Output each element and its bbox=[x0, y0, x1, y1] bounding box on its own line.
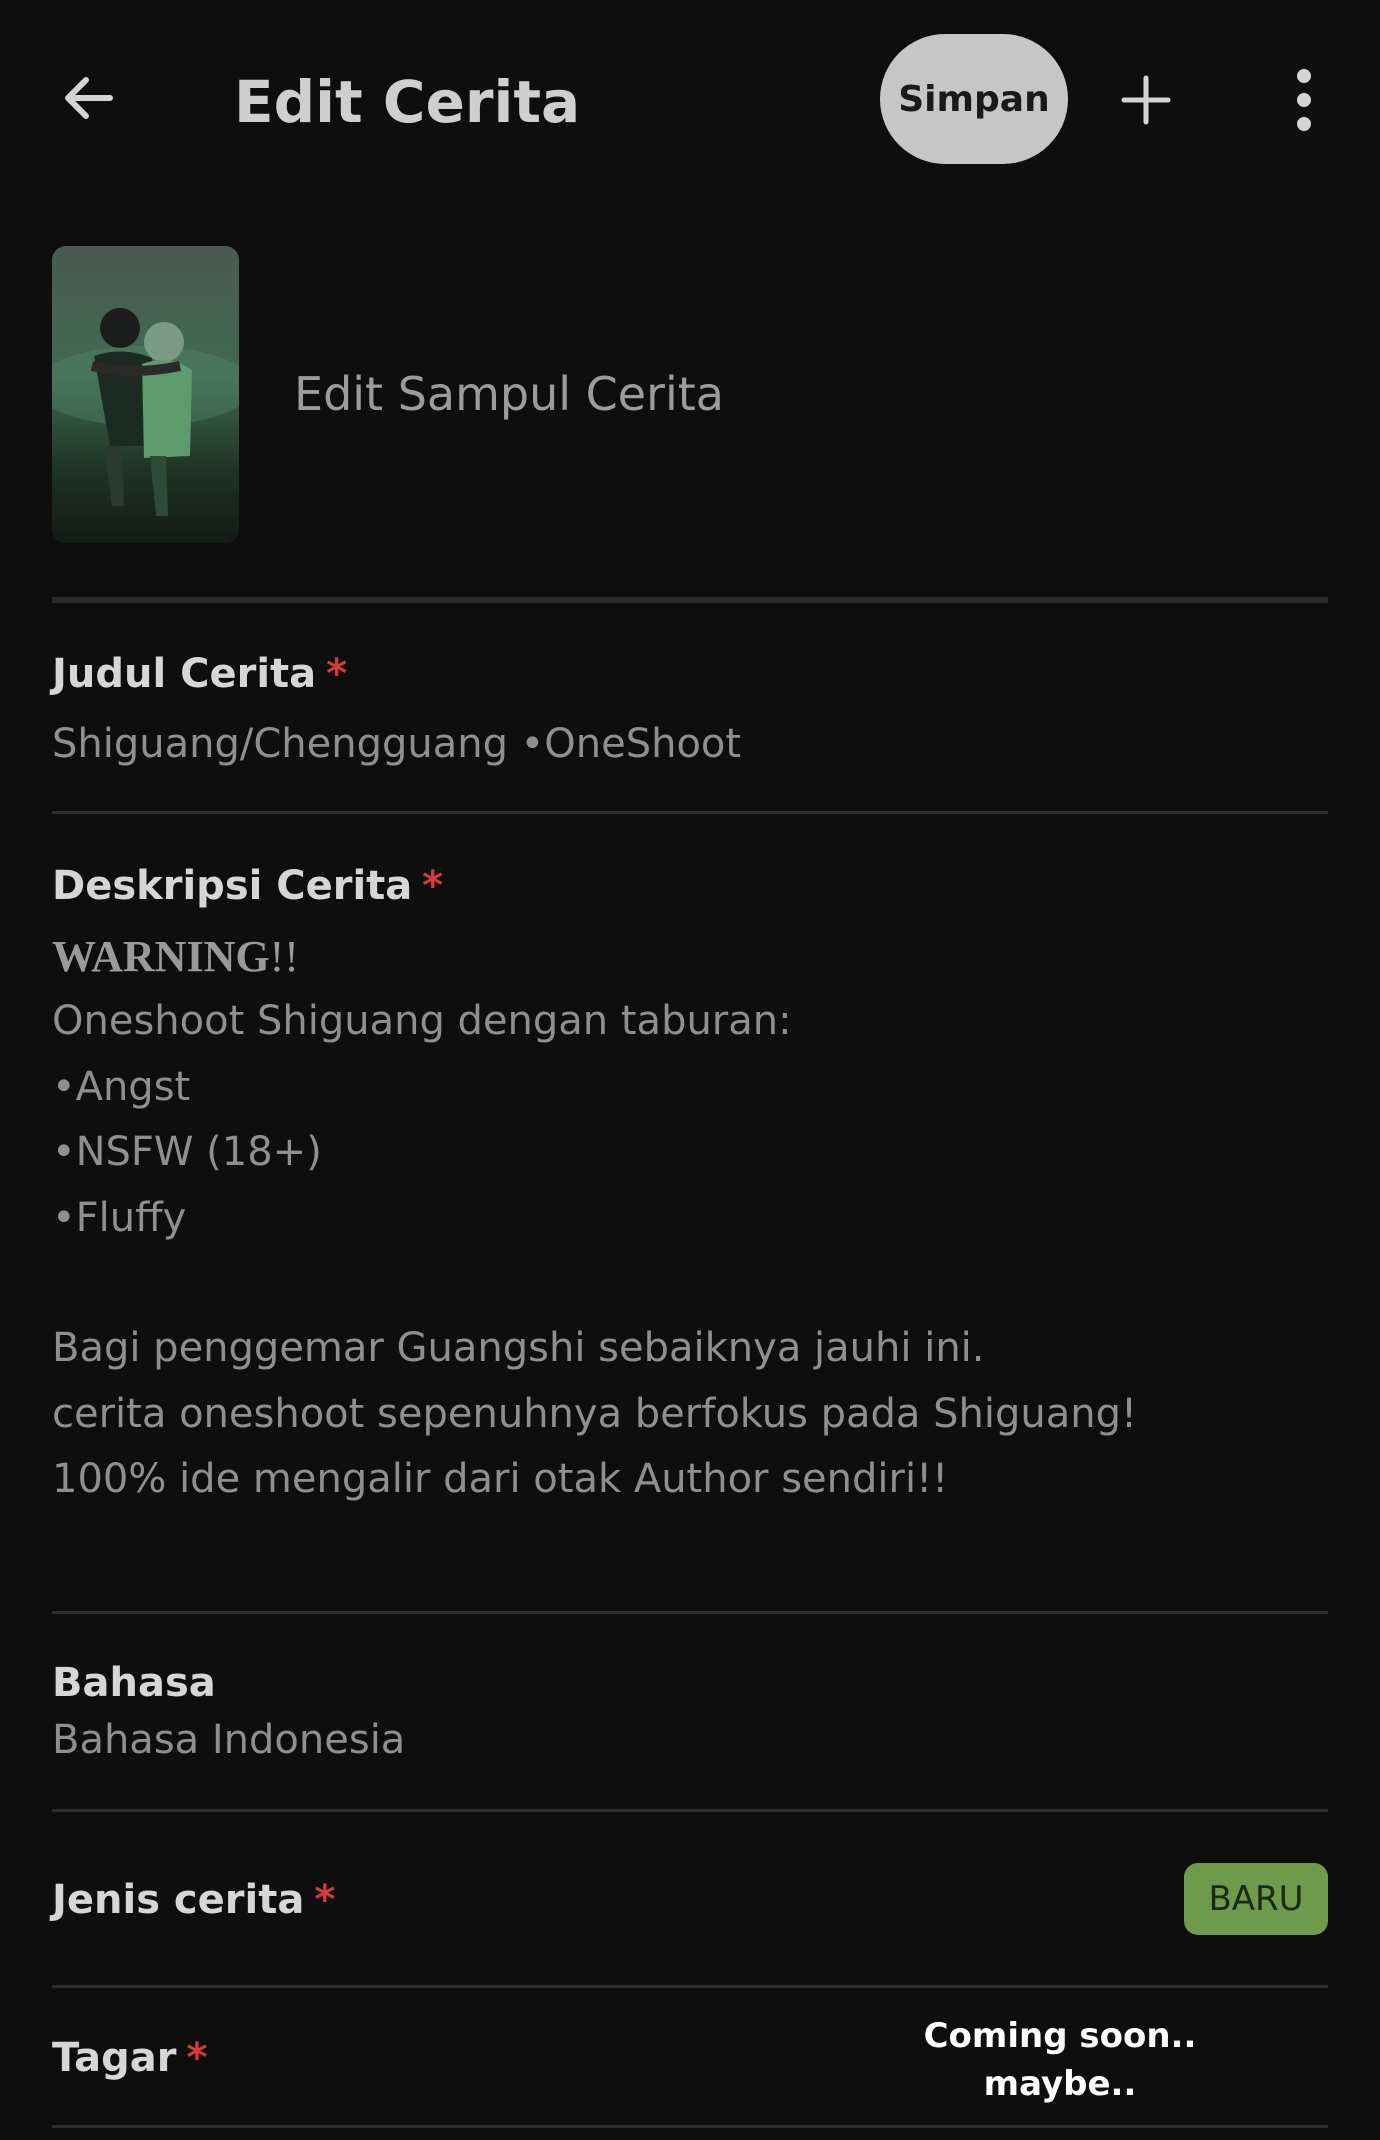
description-line: cerita oneshoot sepenuhnya berfokus pada… bbox=[52, 1390, 1138, 1437]
field-divider bbox=[52, 811, 1328, 814]
title-input[interactable]: Shiguang/Chengguang •OneShoot bbox=[52, 718, 1328, 774]
language-field-label: Bahasa bbox=[52, 1657, 216, 1709]
description-line: 100% ide mengalir dari otak Author sendi… bbox=[52, 1456, 949, 1503]
save-button[interactable]: Simpan bbox=[880, 34, 1068, 164]
description-line: •NSFW (18+) bbox=[52, 1129, 322, 1176]
plus-icon bbox=[1121, 75, 1171, 125]
section-divider bbox=[52, 597, 1328, 603]
language-select[interactable]: Bahasa Indonesia bbox=[52, 1714, 1328, 1766]
description-line: Bagi penggemar Guangshi sebaiknya jauhi … bbox=[52, 1325, 985, 1372]
coming-soon-line1: Coming soon.. bbox=[923, 2016, 1197, 2056]
tags-label-text: Tagar bbox=[52, 2035, 177, 2081]
title-label-text: Judul Cerita bbox=[52, 651, 317, 697]
warning-text: WARNING bbox=[52, 932, 270, 981]
story-type-row[interactable]: Jenis cerita * bbox=[52, 1874, 335, 1926]
cover-image bbox=[52, 246, 239, 543]
edit-cover-label: Edit Sampul Cerita bbox=[294, 367, 724, 421]
back-button[interactable] bbox=[58, 66, 122, 130]
coming-soon-line2: maybe.. bbox=[983, 2064, 1137, 2104]
description-line: Oneshoot Shiguang dengan taburan: bbox=[52, 998, 792, 1045]
description-label-text: Deskripsi Cerita bbox=[52, 863, 413, 909]
title-field-label: Judul Cerita * bbox=[52, 648, 347, 700]
more-options-button[interactable] bbox=[1284, 68, 1324, 132]
arrow-left-icon bbox=[65, 77, 113, 119]
new-badge: BARU bbox=[1184, 1863, 1328, 1935]
field-divider bbox=[52, 1985, 1328, 1988]
required-asterisk: * bbox=[314, 1877, 336, 1923]
field-divider bbox=[52, 2125, 1328, 2128]
field-divider bbox=[52, 1611, 1328, 1614]
language-label-text: Bahasa bbox=[52, 1660, 216, 1706]
story-type-label-text: Jenis cerita bbox=[52, 1877, 305, 1923]
edit-story-screen: Edit Cerita Simpan Edit Sampul Cerita Ju… bbox=[0, 0, 1380, 2140]
edit-cover-row[interactable]: Edit Sampul Cerita bbox=[52, 246, 1328, 546]
required-asterisk: * bbox=[326, 651, 348, 697]
required-asterisk: * bbox=[422, 863, 444, 909]
description-warning-line: WARNING!! bbox=[52, 924, 1312, 989]
more-vertical-icon bbox=[1297, 69, 1311, 131]
add-button[interactable] bbox=[1118, 72, 1174, 128]
description-line bbox=[52, 1251, 1312, 1316]
field-divider bbox=[52, 1809, 1328, 1812]
required-asterisk: * bbox=[186, 2035, 208, 2081]
description-line: •Fluffy bbox=[52, 1194, 187, 1241]
coming-soon-overlay: Coming soon.. maybe.. bbox=[900, 2012, 1220, 2108]
top-app-bar: Edit Cerita Simpan bbox=[0, 0, 1380, 200]
tags-row[interactable]: Tagar * bbox=[52, 2032, 207, 2084]
description-line: •Angst bbox=[52, 1063, 191, 1110]
description-input[interactable]: WARNING!! Oneshoot Shiguang dengan tabur… bbox=[52, 924, 1312, 1513]
description-field-label: Deskripsi Cerita * bbox=[52, 860, 443, 912]
page-title: Edit Cerita bbox=[234, 68, 581, 136]
warning-tail: !! bbox=[269, 932, 299, 981]
